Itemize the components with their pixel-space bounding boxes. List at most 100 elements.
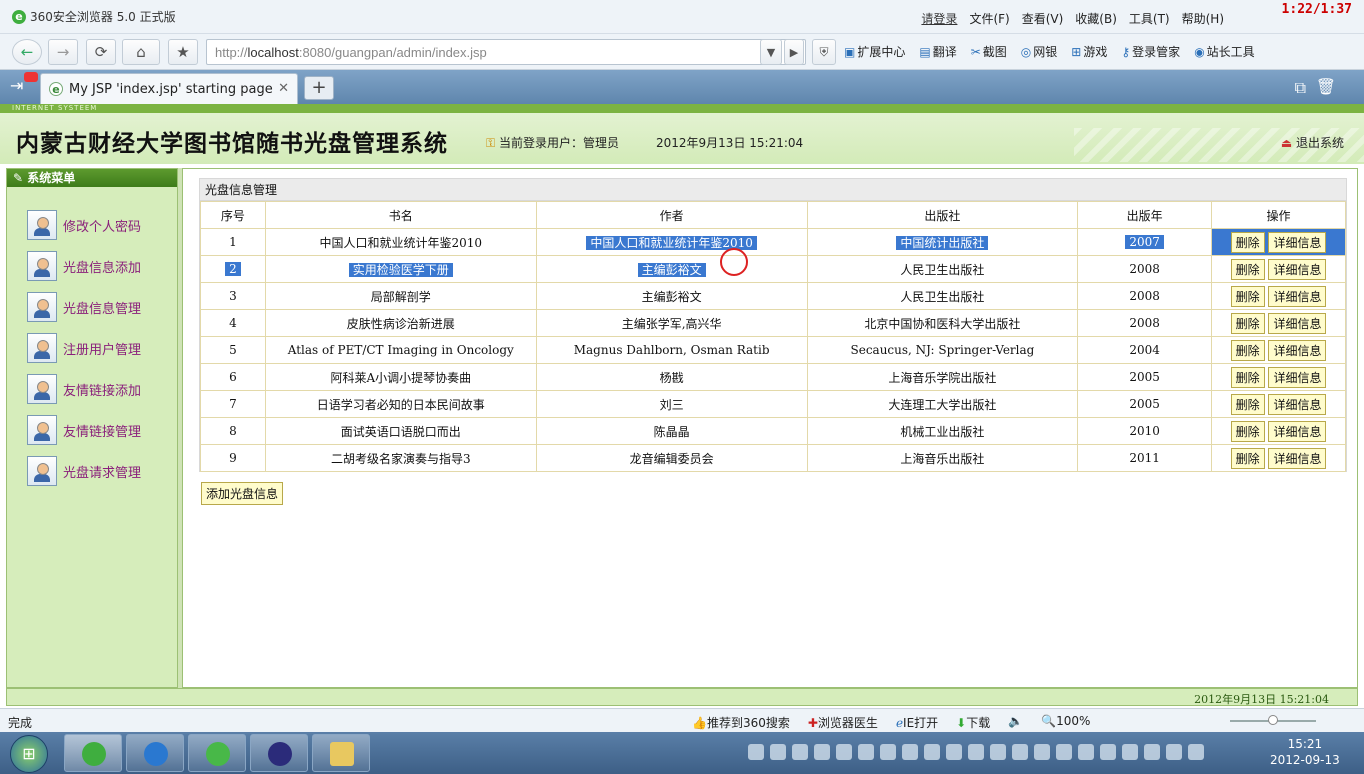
taskbar-app-green[interactable] bbox=[188, 734, 246, 772]
tray-icon[interactable] bbox=[880, 744, 896, 760]
address-dropdown-button[interactable]: ▼ bbox=[760, 39, 782, 65]
security-button[interactable]: ⛨ bbox=[812, 39, 836, 65]
tray-icon[interactable] bbox=[1188, 744, 1204, 760]
delete-button[interactable]: 删除 bbox=[1230, 312, 1265, 334]
menu-file[interactable]: 文件(F) bbox=[969, 10, 1009, 27]
games-button[interactable]: ⊞ 游戏 bbox=[1071, 43, 1107, 60]
tray-icon[interactable] bbox=[836, 744, 852, 760]
delete-button[interactable]: 删除 bbox=[1230, 447, 1265, 469]
screenshot-button[interactable]: ✂ 截图 bbox=[971, 43, 1007, 60]
page-favicon-icon: e bbox=[49, 82, 63, 96]
refresh-button[interactable]: ⟳ bbox=[86, 39, 116, 65]
sidebar-item-manage-disc[interactable]: 光盘信息管理 bbox=[27, 291, 141, 323]
favorite-button[interactable]: ★ bbox=[168, 39, 198, 65]
tray-icon[interactable] bbox=[1144, 744, 1160, 760]
tray-icon[interactable] bbox=[946, 744, 962, 760]
sidebar-header: ✎ 系统菜单 bbox=[7, 169, 177, 187]
trash-icon[interactable]: 🗑 bbox=[1316, 77, 1336, 96]
tray-icon[interactable] bbox=[968, 744, 984, 760]
cell-publisher: 机械工业出版社 bbox=[806, 417, 1079, 445]
delete-button[interactable]: 删除 bbox=[1230, 420, 1265, 442]
start-button[interactable]: ⊞ bbox=[10, 735, 48, 773]
ie-icon bbox=[144, 742, 168, 766]
tray-icon[interactable] bbox=[924, 744, 940, 760]
tray-icon[interactable] bbox=[1012, 744, 1028, 760]
tray-icon[interactable] bbox=[792, 744, 808, 760]
detail-button[interactable]: 详细信息 bbox=[1268, 420, 1327, 442]
extensions-button[interactable]: ▣ 扩展中心 bbox=[844, 43, 905, 60]
sidebar-item-disc-requests[interactable]: 光盘请求管理 bbox=[27, 455, 141, 487]
forward-button[interactable]: → bbox=[48, 39, 78, 65]
address-bar[interactable]: http://localhost:8080/guangpan/admin/ind… bbox=[206, 39, 806, 65]
logout-button[interactable]: ⏏ 退出系统 bbox=[1281, 134, 1344, 151]
tray-icon[interactable] bbox=[1122, 744, 1138, 760]
delete-button[interactable]: 删除 bbox=[1230, 366, 1265, 388]
recommend-360-button[interactable]: 👍推荐到360搜索 bbox=[692, 714, 790, 731]
tab-index-jsp[interactable]: e My JSP 'index.jsp' starting page ✕ bbox=[40, 73, 298, 104]
tray-icon[interactable] bbox=[1056, 744, 1072, 760]
delete-button[interactable]: 删除 bbox=[1230, 393, 1265, 415]
cell-title: 中国人口和就业统计年鉴2010 bbox=[264, 228, 537, 256]
zoom-slider-handle[interactable] bbox=[1268, 715, 1278, 725]
menu-favorites[interactable]: 收藏(B) bbox=[1075, 10, 1117, 27]
tray-icon[interactable] bbox=[748, 744, 764, 760]
taskbar-explorer[interactable] bbox=[312, 734, 370, 772]
volume-icon[interactable]: 🔈 bbox=[1008, 714, 1023, 731]
menu-login[interactable]: 请登录 bbox=[921, 10, 957, 27]
add-disc-button[interactable]: 添加光盘信息 bbox=[201, 482, 284, 505]
tray-icon[interactable] bbox=[1034, 744, 1050, 760]
detail-button[interactable]: 详细信息 bbox=[1268, 366, 1327, 388]
sidebar-item-add-link[interactable]: 友情链接添加 bbox=[27, 373, 141, 405]
bank-button[interactable]: ◎ 网银 bbox=[1021, 43, 1058, 60]
webmaster-tools-button[interactable]: ◉ 站长工具 bbox=[1194, 43, 1255, 60]
delete-button[interactable]: 删除 bbox=[1230, 285, 1265, 307]
detail-button[interactable]: 详细信息 bbox=[1268, 258, 1327, 280]
menu-tools[interactable]: 工具(T) bbox=[1129, 10, 1170, 27]
tray-icon[interactable] bbox=[902, 744, 918, 760]
sidebar-item-add-disc[interactable]: 光盘信息添加 bbox=[27, 250, 141, 282]
detail-button[interactable]: 详细信息 bbox=[1268, 312, 1327, 334]
windows-logo-icon: ⊞ bbox=[22, 744, 36, 763]
taskbar-ie[interactable] bbox=[126, 734, 184, 772]
download-button[interactable]: ⬇下载 bbox=[956, 714, 990, 731]
back-button[interactable]: ← bbox=[12, 39, 42, 65]
disc-table: 序号 书名 作者 出版社 出版年 操作 1 中国人口和就业统计年鉴2010 中国… bbox=[200, 201, 1346, 472]
sidebar-toggle-icon[interactable]: ⇥ bbox=[10, 76, 23, 95]
tray-icon[interactable] bbox=[814, 744, 830, 760]
delete-button[interactable]: 删除 bbox=[1230, 231, 1265, 253]
cell-publisher: 人民卫生出版社 bbox=[806, 255, 1079, 283]
tray-icon[interactable] bbox=[1166, 744, 1182, 760]
cell-author: 陈晶晶 bbox=[535, 417, 808, 445]
detail-button[interactable]: 详细信息 bbox=[1268, 231, 1327, 253]
sidebar-item-manage-users[interactable]: 注册用户管理 bbox=[27, 332, 141, 364]
taskbar-clock[interactable]: 15:21 2012-09-13 bbox=[1270, 736, 1340, 768]
home-button[interactable]: ⌂ bbox=[122, 39, 160, 65]
menu-help[interactable]: 帮助(H) bbox=[1182, 10, 1224, 27]
tray-icon[interactable] bbox=[990, 744, 1006, 760]
cell-actions: 删除 详细信息 bbox=[1211, 336, 1346, 364]
delete-button[interactable]: 删除 bbox=[1230, 339, 1265, 361]
taskbar-360-browser[interactable] bbox=[64, 734, 122, 772]
password-manager-button[interactable]: ⚷ 登录管家 bbox=[1121, 43, 1180, 60]
detail-button[interactable]: 详细信息 bbox=[1268, 393, 1327, 415]
sidebar-item-change-password[interactable]: 修改个人密码 bbox=[27, 209, 141, 241]
tray-icon[interactable] bbox=[770, 744, 786, 760]
ie-open-button[interactable]: ℯIE打开 bbox=[896, 714, 938, 731]
detail-button[interactable]: 详细信息 bbox=[1268, 339, 1327, 361]
zoom-level[interactable]: 🔍100% bbox=[1041, 714, 1090, 731]
restore-tabs-icon[interactable]: ⧉ bbox=[1295, 78, 1306, 98]
tray-icon[interactable] bbox=[1078, 744, 1094, 760]
new-tab-button[interactable]: + bbox=[304, 76, 334, 100]
detail-button[interactable]: 详细信息 bbox=[1268, 447, 1327, 469]
sidebar-item-manage-links[interactable]: 友情链接管理 bbox=[27, 414, 141, 446]
detail-button[interactable]: 详细信息 bbox=[1268, 285, 1327, 307]
taskbar-eclipse[interactable] bbox=[250, 734, 308, 772]
translate-button[interactable]: ▤ 翻译 bbox=[919, 43, 956, 60]
close-tab-icon[interactable]: ✕ bbox=[278, 81, 289, 96]
tray-icon[interactable] bbox=[858, 744, 874, 760]
browser-doctor-button[interactable]: ✚浏览器医生 bbox=[808, 714, 878, 731]
menu-view[interactable]: 查看(V) bbox=[1022, 10, 1064, 27]
delete-button[interactable]: 删除 bbox=[1230, 258, 1265, 280]
go-button[interactable]: ▶ bbox=[784, 39, 804, 65]
tray-icon[interactable] bbox=[1100, 744, 1116, 760]
